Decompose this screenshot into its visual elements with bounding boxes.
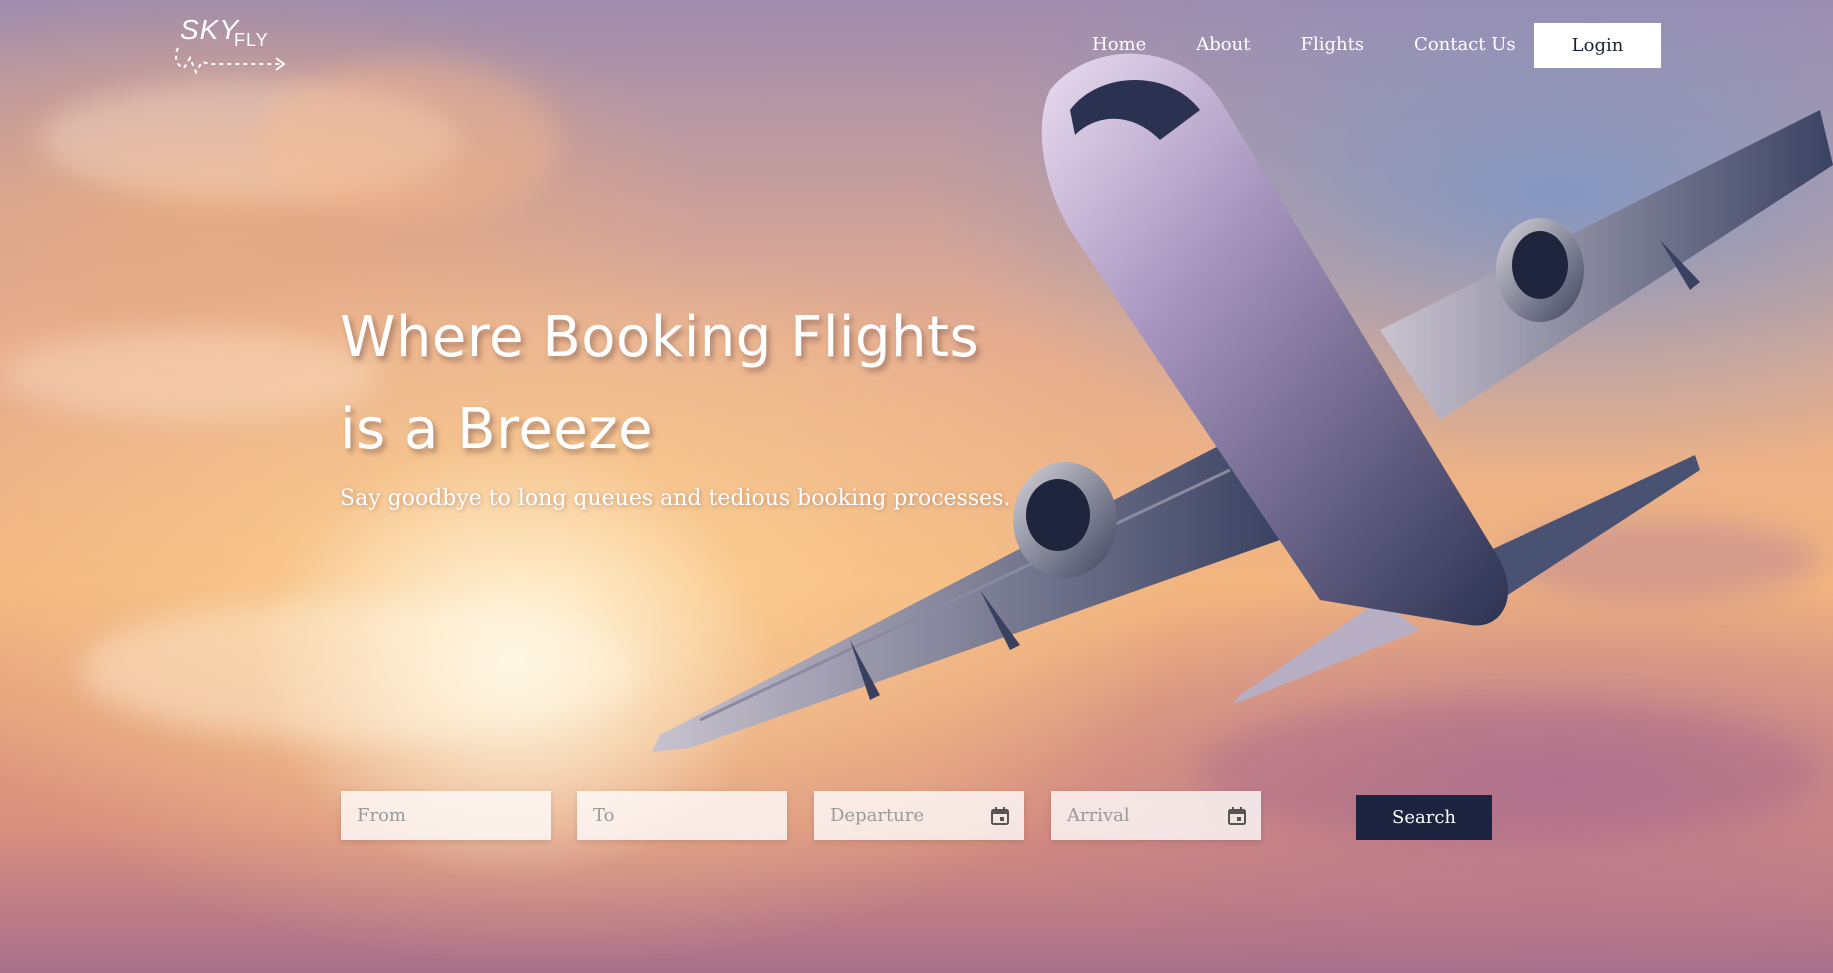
login-button[interactable]: Login (1534, 23, 1661, 68)
arrival-input[interactable] (1065, 804, 1227, 827)
headline-line-1: Where Booking Flights (340, 305, 980, 370)
logo[interactable]: SKY FLY (172, 14, 292, 78)
logo-sky-text: SKY (180, 14, 240, 45)
main-nav: Home About Flights Contact Us (1092, 34, 1516, 55)
hero-subtitle: Say goodbye to long queues and tedious b… (340, 486, 1011, 511)
to-input[interactable] (591, 804, 773, 827)
departure-input[interactable] (828, 804, 990, 827)
hero-section: SKY FLY Home About Flights Contact Us Lo… (0, 0, 1833, 973)
arrival-field[interactable] (1051, 791, 1261, 840)
nav-flights[interactable]: Flights (1300, 34, 1364, 55)
search-button[interactable]: Search (1356, 795, 1492, 840)
nav-home[interactable]: Home (1092, 34, 1146, 55)
departure-field[interactable] (814, 791, 1024, 840)
from-field[interactable] (341, 791, 551, 840)
headline-line-2: is a Breeze (340, 397, 654, 462)
calendar-icon[interactable] (1227, 806, 1247, 826)
calendar-icon[interactable] (990, 806, 1010, 826)
to-field[interactable] (577, 791, 787, 840)
hero-headline: Where Booking Flights is a Breeze (340, 292, 1040, 476)
flight-path-icon (175, 47, 286, 75)
nav-about[interactable]: About (1196, 34, 1250, 55)
from-input[interactable] (355, 804, 537, 827)
nav-contact-us[interactable]: Contact Us (1414, 34, 1516, 55)
